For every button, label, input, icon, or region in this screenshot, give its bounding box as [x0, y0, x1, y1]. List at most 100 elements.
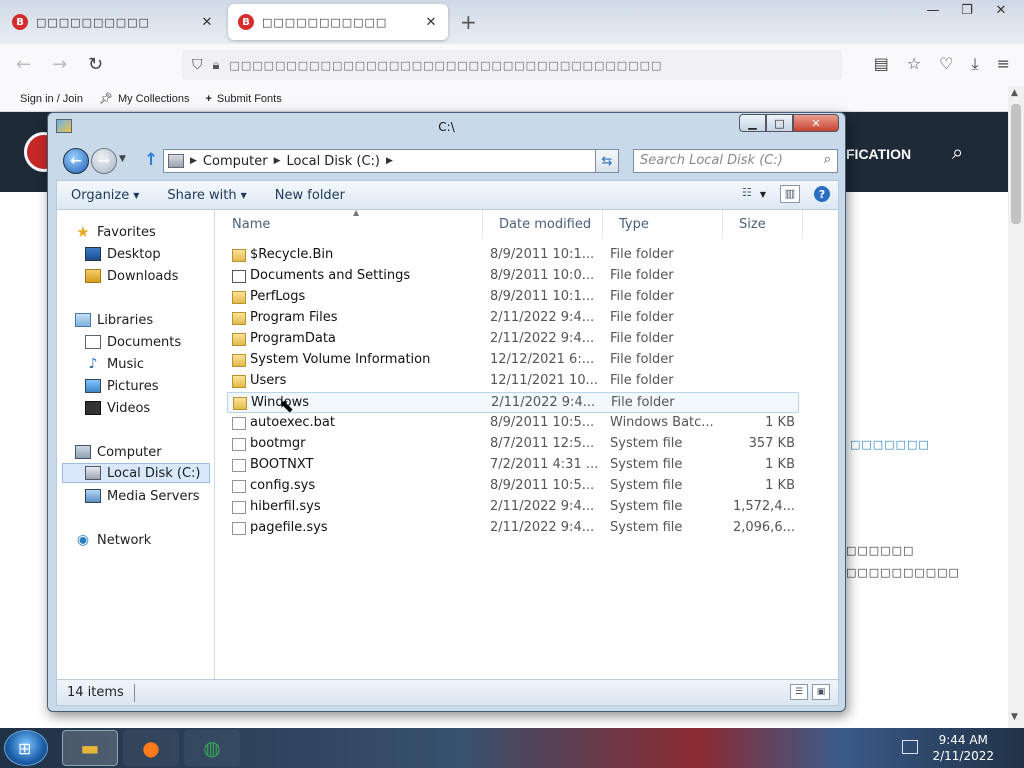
back-button[interactable]: ← [63, 148, 89, 174]
page-link[interactable]: □□□□□□□ [850, 438, 930, 451]
chevron-right-icon[interactable]: ▶ [274, 156, 281, 166]
column-header-type[interactable]: Type [603, 210, 723, 238]
file-row[interactable]: $Recycle.Bin 8/9/2011 10:1... File folder [227, 245, 799, 266]
clock[interactable]: 9:44 AM 2/11/2022 [932, 732, 994, 764]
taskbar-explorer[interactable]: ▬ [62, 730, 118, 766]
file-row[interactable]: Windows 2/11/2022 9:4... File folder [227, 392, 799, 413]
taskbar-firefox[interactable]: ● [123, 730, 179, 766]
status-bar: 14 items ☰ ▣ [56, 680, 839, 706]
nav-pictures[interactable]: Pictures [85, 376, 158, 396]
download-icon[interactable]: ⤓ [972, 54, 979, 74]
system-tray: 9:44 AM 2/11/2022 [884, 728, 1024, 768]
change-view-button[interactable]: ☷ ▼ [737, 185, 766, 203]
file-row[interactable]: hiberfil.sys 2/11/2022 9:4... System file 1… [227, 497, 799, 518]
status-divider [133, 683, 135, 702]
browser-tab-active[interactable]: B □□□□□□□□□□□ ✕ [228, 4, 448, 40]
taskbar-chrome[interactable]: ◍ [184, 730, 240, 766]
bookmark-star-icon[interactable]: ☆ [907, 54, 921, 74]
scroll-down-icon[interactable]: ▼ [1011, 712, 1018, 722]
file-row[interactable]: config.sys 8/9/2011 10:5... System file 1 K… [227, 476, 799, 497]
forward-button[interactable]: → [91, 148, 117, 174]
nav-computer[interactable]: Computer [75, 442, 162, 462]
search-input[interactable]: Search Local Disk (C:) ⌕ [633, 149, 838, 173]
back-arrow-icon[interactable]: ← [16, 54, 31, 75]
file-size: 357 KB [748, 436, 795, 451]
file-type: System file [610, 478, 683, 493]
shield-icon[interactable]: ⛉ [192, 57, 203, 73]
network-tray-icon[interactable] [902, 740, 918, 754]
history-dropdown-icon[interactable]: ▼ [119, 154, 126, 164]
menu-icon[interactable]: ≡ [997, 54, 1010, 74]
nav-desktop[interactable]: Desktop [85, 244, 161, 264]
nav-local-disk[interactable]: Local Disk (C:) [62, 463, 210, 483]
large-icons-view-icon[interactable]: ▣ [812, 684, 830, 700]
reader-view-icon[interactable]: ▤ [874, 54, 889, 74]
nav-libraries[interactable]: Libraries [75, 310, 153, 330]
file-row[interactable]: ProgramData 2/11/2022 9:4... File folder [227, 329, 799, 350]
page-scrollbar[interactable]: ▲ ▼ [1008, 86, 1024, 728]
documents-icon [85, 335, 101, 349]
scroll-up-icon[interactable]: ▲ [1011, 88, 1018, 98]
nav-videos[interactable]: Videos [85, 398, 150, 418]
browser-window-controls: — ❐ ✕ [918, 0, 1016, 20]
column-header-name[interactable]: Name [216, 210, 483, 238]
file-row[interactable]: System Volume Information 12/12/2021 6:..… [227, 350, 799, 371]
file-row[interactable]: PerfLogs 8/9/2011 10:1... File folder [227, 287, 799, 308]
nav-favorites[interactable]: ★ Favorites [75, 222, 155, 242]
url-bar[interactable]: ⛉ 🔒︎ □□□□□□□□□□□□□□□□□□□□□□□□□□□□□□□□□□□… [182, 50, 842, 80]
bookmark-sign-in[interactable]: Sign in / Join [20, 93, 83, 105]
explorer-title-bar[interactable]: C:\ ▁ □ ✕ [48, 113, 845, 145]
close-button[interactable]: ✕ [793, 114, 839, 132]
column-header-size[interactable]: Size [723, 210, 803, 238]
search-icon[interactable]: ⌕ [824, 152, 831, 167]
folder-icon: ▬ [80, 736, 100, 760]
refresh-button[interactable]: ⇆ [595, 149, 619, 173]
up-arrow-icon[interactable]: ↑ [144, 150, 158, 170]
file-row[interactable]: Users 12/11/2021 10... File folder [227, 371, 799, 392]
breadcrumb-local-disk[interactable]: Local Disk (C:) [286, 154, 379, 169]
close-icon[interactable]: ✕ [986, 0, 1016, 20]
pocket-icon[interactable]: ♡ [939, 54, 953, 74]
bookmark-submit-fonts[interactable]: + Submit Fonts [205, 93, 281, 105]
minimize-button[interactable]: ▁ [739, 114, 766, 132]
file-row[interactable]: Documents and Settings 8/9/2011 10:0... Fi… [227, 266, 799, 287]
tab-close-icon[interactable]: ✕ [200, 15, 214, 30]
details-view-icon[interactable]: ☰ [790, 684, 808, 700]
file-row[interactable]: Program Files 2/11/2022 9:4... File folder [227, 308, 799, 329]
browser-tab-inactive[interactable]: B □□□□□□□□□□ ✕ [2, 4, 224, 40]
page-nav-link[interactable]: FICATION [846, 146, 911, 162]
help-icon[interactable]: ? [814, 186, 830, 202]
nav-documents[interactable]: Documents [85, 332, 181, 352]
search-icon[interactable]: ⌕ [952, 140, 963, 164]
share-with-button[interactable]: Share with ▼ [153, 188, 260, 203]
start-button[interactable]: ⊞ [4, 730, 48, 766]
organize-label: Organize [71, 187, 130, 203]
file-row[interactable]: pagefile.sys 2/11/2022 9:4... System file 2… [227, 518, 799, 539]
new-folder-button[interactable]: New folder [261, 188, 359, 203]
libraries-icon [75, 313, 91, 327]
scroll-thumb[interactable] [1011, 104, 1021, 224]
file-row[interactable]: BOOTNXT 7/2/2011 4:31 ... System file 1 KB [227, 455, 799, 476]
minimize-icon[interactable]: — [918, 0, 948, 20]
new-tab-icon[interactable]: + [460, 10, 477, 34]
lock-icon[interactable]: 🔒︎ [213, 58, 220, 73]
nav-downloads[interactable]: Downloads [85, 266, 178, 286]
organize-button[interactable]: Organize ▼ [57, 188, 153, 203]
restore-icon[interactable]: ❐ [952, 0, 982, 20]
reload-icon[interactable]: ↻ [88, 54, 103, 75]
column-header-date[interactable]: Date modified [483, 210, 603, 238]
breadcrumb-computer[interactable]: Computer [203, 154, 268, 169]
chevron-right-icon[interactable]: ▶ [386, 156, 393, 166]
bookmark-my-collections[interactable]: 📌︎ My Collections [99, 92, 190, 106]
address-bar[interactable]: ▶ Computer ▶ Local Disk (C:) ▶ ▼ [163, 149, 614, 173]
forward-arrow-icon[interactable]: → [52, 54, 67, 75]
preview-pane-icon[interactable]: ▥ [780, 185, 800, 203]
tab-close-icon[interactable]: ✕ [424, 15, 438, 30]
nav-media-servers[interactable]: Media Servers [85, 486, 200, 506]
nav-music[interactable]: ♪ Music [85, 354, 144, 374]
file-row[interactable]: bootmgr 8/7/2011 12:5... System file 357 KB [227, 434, 799, 455]
chevron-right-icon[interactable]: ▶ [190, 156, 197, 166]
maximize-button[interactable]: □ [766, 114, 793, 132]
nav-network[interactable]: ◉ Network [75, 530, 151, 550]
file-row[interactable]: autoexec.bat 8/9/2011 10:5... Windows Batc… [227, 413, 799, 434]
